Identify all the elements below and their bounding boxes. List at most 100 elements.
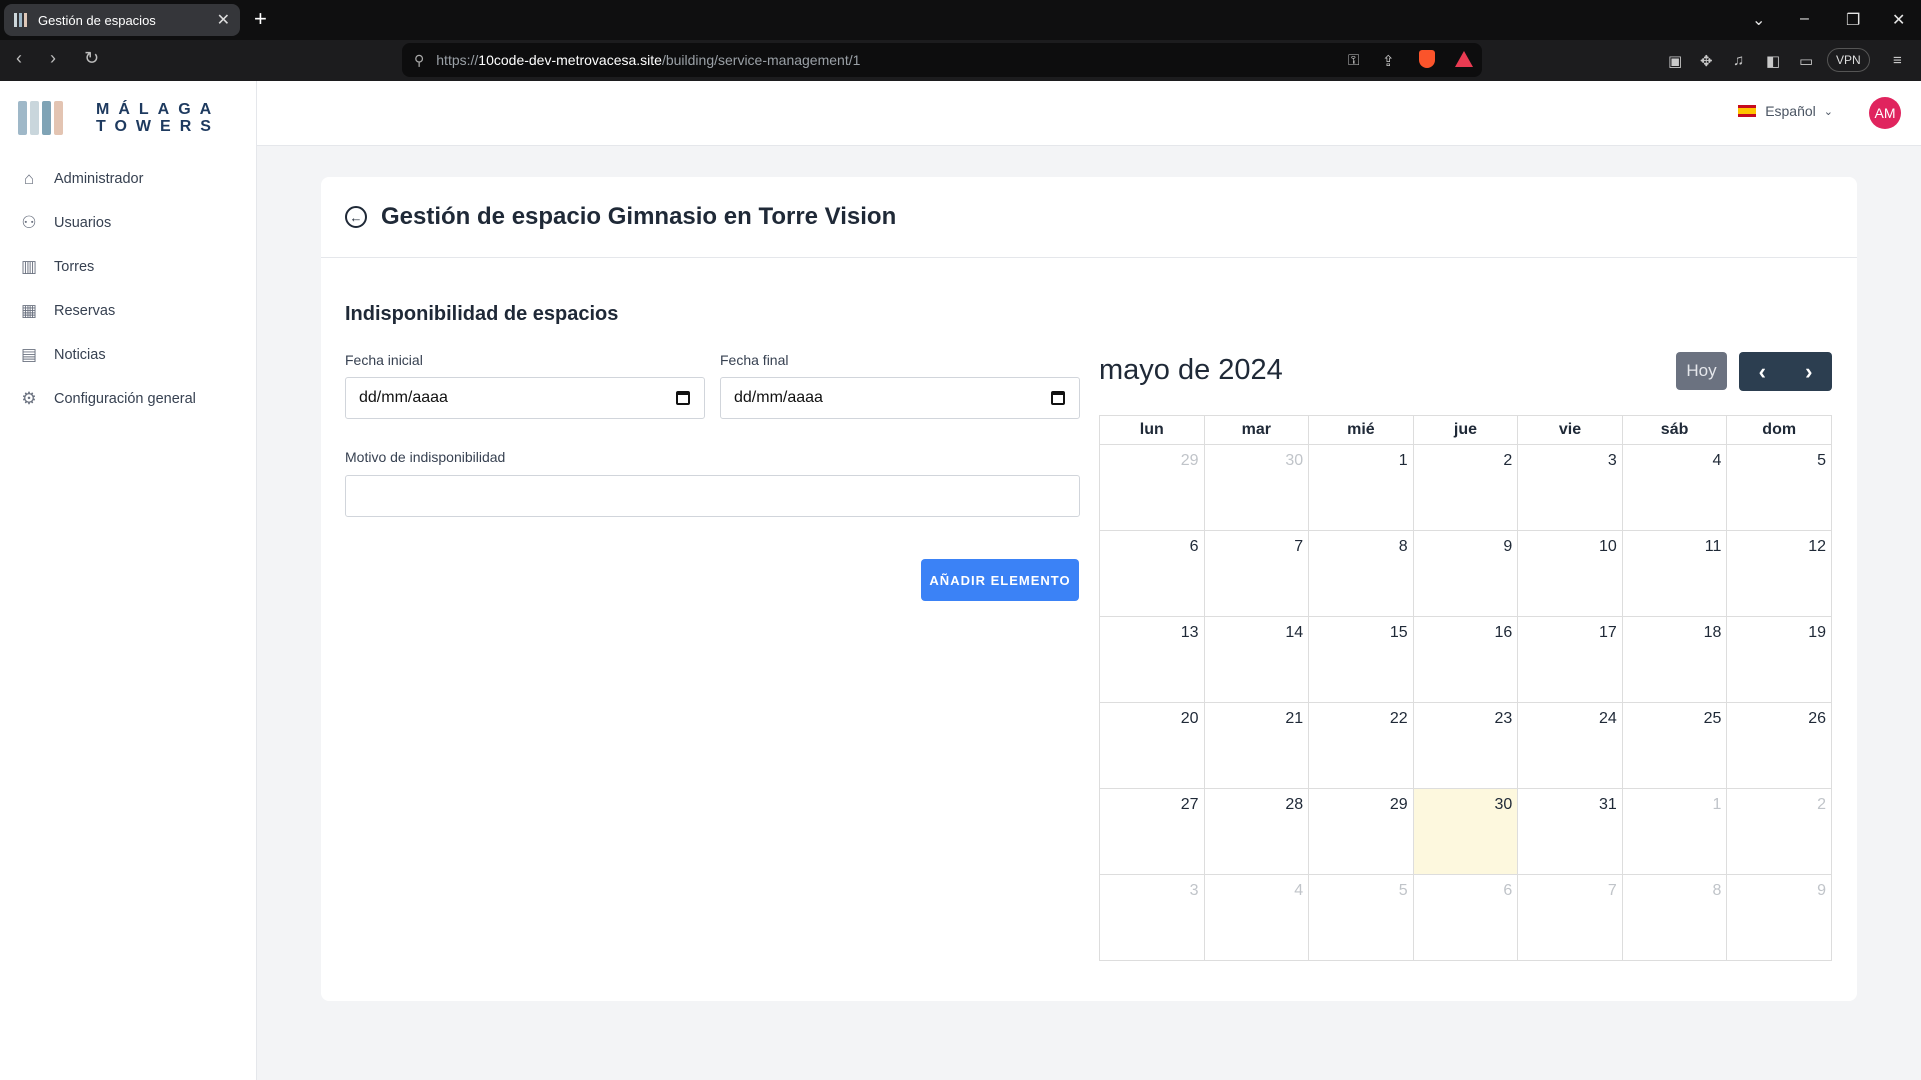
calendar-day-cell[interactable]: 7	[1203, 530, 1310, 617]
weekday-header: dom	[1726, 415, 1832, 445]
calendar-day-cell[interactable]: 21	[1203, 702, 1310, 789]
calendar-day-cell[interactable]: 23	[1412, 702, 1519, 789]
calendar-day-cell[interactable]: 9	[1412, 530, 1519, 617]
key-icon[interactable]: ⚿	[1348, 52, 1359, 69]
calendar-day-cell[interactable]: 8	[1621, 874, 1728, 961]
calendar-day-cell[interactable]: 20	[1099, 702, 1205, 789]
calendar-day-cell[interactable]: 3	[1099, 874, 1205, 961]
sidebar-item-configuracion[interactable]: ⚙ Configuración general	[0, 377, 257, 421]
sidebar-item-administrador[interactable]: ⌂ Administrador	[0, 157, 257, 201]
calendar-day-cell[interactable]: 10	[1517, 530, 1623, 617]
brave-shield-icon[interactable]	[1419, 50, 1435, 68]
weekday-header: jue	[1412, 415, 1519, 445]
browser-tab[interactable]: Gestión de espacios ✕	[4, 4, 240, 36]
share-icon[interactable]: ⇪	[1382, 52, 1395, 70]
calendar-day-cell[interactable]: 31	[1517, 788, 1623, 875]
calendar-grid: lun mar mié jue vie sáb dom 29 30 1 2 3 4 5 6 7 8 9 10 11 1…	[1099, 415, 1832, 961]
window-close-icon[interactable]: ✕	[1892, 10, 1905, 30]
weekday-header: sáb	[1621, 415, 1728, 445]
calendar-day-cell[interactable]: 3	[1517, 444, 1623, 531]
url-path: /building/service-management/1	[661, 52, 861, 68]
logo[interactable]: MÁLAGA TOWERS	[18, 101, 220, 135]
calendar-day-cell[interactable]: 29	[1099, 444, 1205, 531]
calendar-day-cell[interactable]: 5	[1726, 444, 1832, 531]
minimize-icon[interactable]: –	[1800, 10, 1809, 28]
calendar-picker-icon[interactable]	[676, 391, 690, 405]
calendar-day-cell[interactable]: 4	[1203, 874, 1310, 961]
sidebar-toggle-icon[interactable]: ◧	[1766, 52, 1780, 70]
calendar-day-cell[interactable]: 2	[1412, 444, 1519, 531]
sidebar-item-reservas[interactable]: ▦ Reservas	[0, 289, 257, 333]
calendar-day-cell[interactable]: 15	[1308, 616, 1414, 703]
back-arrow-icon[interactable]: ←	[345, 206, 367, 228]
today-button[interactable]: Hoy	[1676, 352, 1727, 390]
calendar-day-cell[interactable]: 5	[1308, 874, 1414, 961]
calendar-day-cell[interactable]: 9	[1726, 874, 1832, 961]
calendar-day-cell[interactable]: 13	[1099, 616, 1205, 703]
puzzle-icon[interactable]: ✥	[1700, 52, 1713, 70]
sidebar-item-noticias[interactable]: ▤ Noticias	[0, 333, 257, 377]
calendar-week-row: 3456789	[1099, 874, 1832, 961]
vpn-button[interactable]: VPN	[1827, 48, 1870, 72]
calendar-day-cell[interactable]: 26	[1726, 702, 1832, 789]
wallet-icon[interactable]: ▭	[1799, 52, 1813, 70]
address-bar[interactable]: ⚲ https://10code-dev-metrovacesa.site/bu…	[402, 43, 1482, 77]
sidebar-item-torres[interactable]: ▥ Torres	[0, 245, 257, 289]
new-tab-icon[interactable]: +	[254, 8, 267, 30]
calendar-day-cell[interactable]: 28	[1203, 788, 1310, 875]
back-nav-icon[interactable]: ‹	[16, 48, 22, 69]
calendar-day-cell[interactable]: 27	[1099, 788, 1205, 875]
weekday-header: lun	[1099, 415, 1205, 445]
calendar-day-cell[interactable]: 6	[1099, 530, 1205, 617]
reload-icon[interactable]: ↻	[84, 48, 99, 69]
end-date-input[interactable]: dd/mm/aaaa	[720, 377, 1080, 419]
spain-flag-icon	[1738, 105, 1757, 117]
reason-input[interactable]	[345, 475, 1080, 517]
menu-icon[interactable]: ≡	[1893, 52, 1902, 69]
calendar-day-cell[interactable]: 1	[1308, 444, 1414, 531]
music-icon[interactable]: ♫	[1733, 52, 1744, 69]
calendar-day-cell[interactable]: 29	[1308, 788, 1414, 875]
calendar-day-cell[interactable]: 17	[1517, 616, 1623, 703]
sidebar-item-usuarios[interactable]: ⚇ Usuarios	[0, 201, 257, 245]
language-selector[interactable]: Español ⌄	[1738, 103, 1833, 119]
extension-icon[interactable]: ▣	[1668, 52, 1682, 70]
calendar-day-cell[interactable]: 7	[1517, 874, 1623, 961]
calendar-day-cell[interactable]: 18	[1621, 616, 1728, 703]
start-date-input[interactable]: dd/mm/aaaa	[345, 377, 705, 419]
avatar[interactable]: AM	[1869, 97, 1901, 129]
close-tab-icon[interactable]: ✕	[217, 10, 230, 30]
main-card: ← Gestión de espacio Gimnasio en Torre V…	[321, 177, 1857, 1001]
weekday-header-row: lun mar mié jue vie sáb dom	[1099, 415, 1832, 445]
calendar-day-cell[interactable]: 22	[1308, 702, 1414, 789]
calendar-day-cell[interactable]: 25	[1621, 702, 1728, 789]
next-month-icon[interactable]: ›	[1786, 352, 1833, 391]
calendar-day-cell[interactable]: 4	[1621, 444, 1728, 531]
prev-month-icon[interactable]: ‹	[1739, 352, 1786, 391]
calendar-nav: ‹ ›	[1739, 352, 1832, 391]
calendar-day-cell[interactable]: 24	[1517, 702, 1623, 789]
weekday-header: mié	[1308, 415, 1414, 445]
calendar-day-cell[interactable]: 30	[1203, 444, 1310, 531]
calendar-day-cell[interactable]: 16	[1412, 616, 1519, 703]
calendar-day-cell[interactable]: 8	[1308, 530, 1414, 617]
forward-nav-icon[interactable]: ›	[50, 48, 56, 69]
site-info-icon[interactable]: ⚲	[414, 52, 424, 69]
logo-mark-icon	[18, 101, 64, 135]
weekday-header: mar	[1203, 415, 1310, 445]
add-element-button[interactable]: AÑADIR ELEMENTO	[921, 559, 1079, 601]
brave-rewards-icon[interactable]	[1455, 51, 1473, 67]
newspaper-icon: ▤	[20, 345, 38, 364]
calendar-day-cell[interactable]: 11	[1621, 530, 1728, 617]
calendar-day-cell[interactable]: 12	[1726, 530, 1832, 617]
tab-list-chevron-icon[interactable]: ⌄	[1752, 10, 1765, 30]
calendar-day-cell[interactable]: 1	[1621, 788, 1728, 875]
calendar-day-cell[interactable]: 19	[1726, 616, 1832, 703]
browser-tab-bar: Gestión de espacios ✕ + ⌄ – ❐ ✕	[0, 0, 1921, 40]
calendar-day-cell[interactable]: 30	[1412, 788, 1519, 875]
calendar-day-cell[interactable]: 6	[1412, 874, 1519, 961]
calendar-day-cell[interactable]: 2	[1726, 788, 1832, 875]
calendar-day-cell[interactable]: 14	[1203, 616, 1310, 703]
restore-icon[interactable]: ❐	[1846, 10, 1860, 30]
calendar-picker-icon[interactable]	[1051, 391, 1065, 405]
